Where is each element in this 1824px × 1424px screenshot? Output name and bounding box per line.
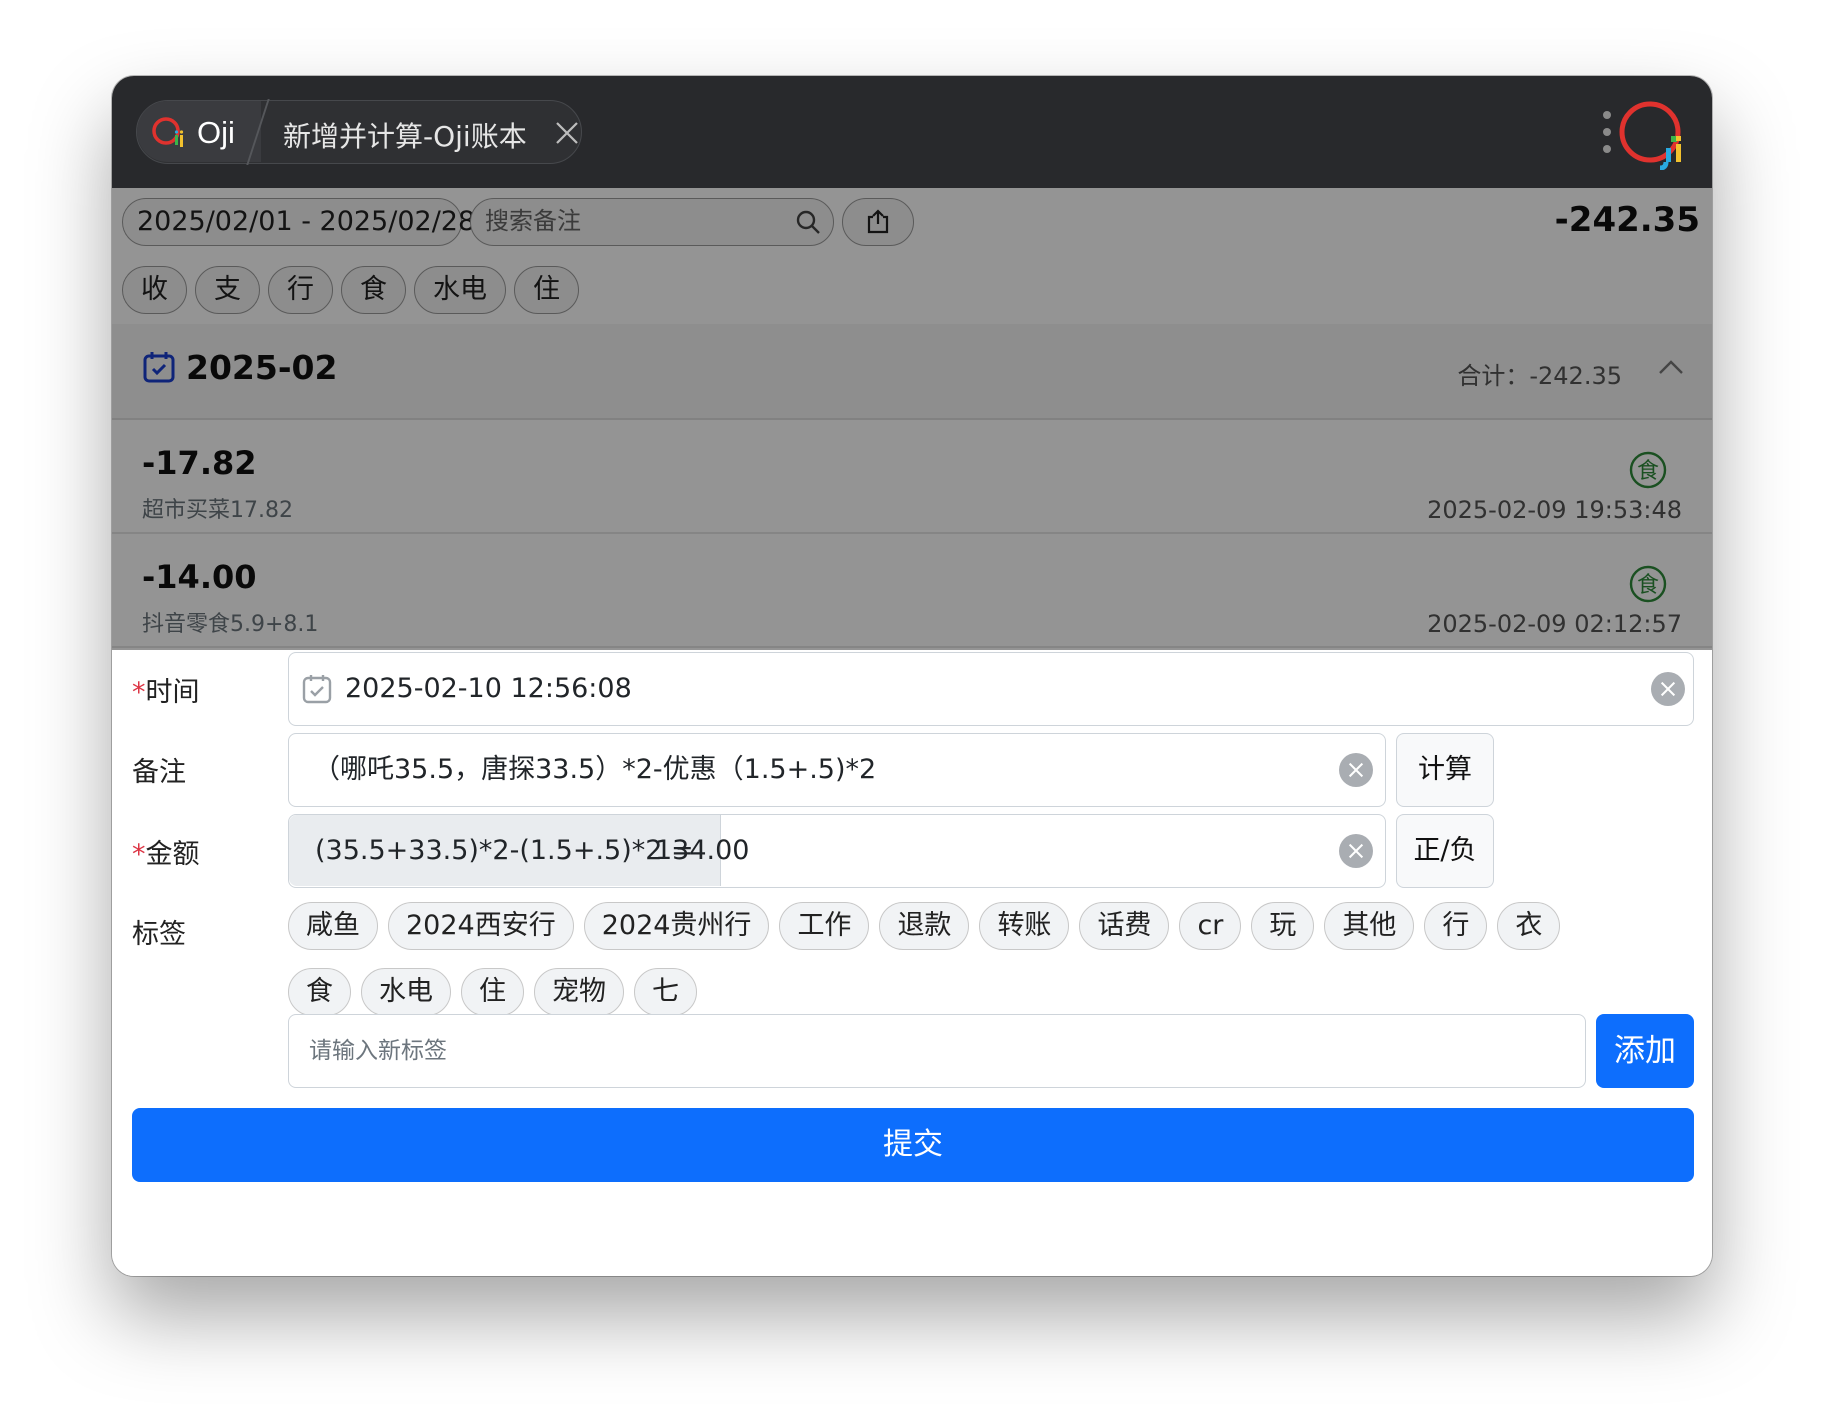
tag-chip[interactable]: 2024西安行	[388, 902, 574, 950]
clear-time-icon[interactable]	[1651, 672, 1685, 706]
tag-chip[interactable]: 食	[288, 968, 351, 1016]
calculate-button[interactable]: 计算	[1396, 733, 1494, 807]
tag-chip[interactable]: 行	[1424, 902, 1488, 950]
tab-title[interactable]: 新增并计算-Oji账本	[283, 115, 527, 155]
tag-chip[interactable]: 转账	[979, 902, 1070, 950]
oji-logo-icon	[152, 117, 184, 147]
amount-value: 134.00	[655, 835, 750, 866]
title-bar: Oji 新增并计算-Oji账本	[112, 76, 1712, 188]
app-name: Oji	[197, 115, 235, 150]
app-window: Oji 新增并计算-Oji账本 2025/02/01 - 2025/02/28 …	[112, 76, 1712, 1276]
memo-value: （哪吒35.5，唐探33.5）*2-优惠（1.5+.5)*2	[313, 754, 877, 785]
tag-chip[interactable]: 2024贵州行	[583, 902, 770, 950]
tag-chip[interactable]: 咸鱼	[288, 902, 378, 950]
add-tag-button[interactable]: 添加	[1596, 1014, 1694, 1088]
add-entry-form: *时间 2025-02-10 12:56:08 备注 （哪吒35.5，唐探33.…	[112, 650, 1712, 1276]
tag-chip[interactable]: 宠物	[534, 968, 624, 1016]
time-value: 2025-02-10 12:56:08	[345, 673, 632, 704]
close-icon[interactable]	[555, 121, 579, 145]
amount-label: *金额	[132, 839, 200, 870]
tag-chip[interactable]: 退款	[879, 902, 970, 950]
memo-input[interactable]: （哪吒35.5，唐探33.5）*2-优惠（1.5+.5)*2	[288, 733, 1386, 807]
clear-memo-icon[interactable]	[1339, 753, 1373, 787]
time-label: *时间	[132, 677, 200, 708]
more-vertical-icon[interactable]	[1602, 110, 1612, 154]
tag-chip[interactable]: 七	[634, 968, 697, 1016]
toggle-sign-button[interactable]: 正/负	[1396, 814, 1494, 888]
clear-amount-icon[interactable]	[1339, 834, 1373, 868]
tag-chip[interactable]: 衣	[1497, 902, 1561, 950]
submit-button[interactable]: 提交	[132, 1108, 1694, 1182]
tag-chip[interactable]: 玩	[1251, 902, 1315, 950]
tag-chip[interactable]: 其他	[1324, 902, 1415, 950]
oji-brand-logo-icon	[1619, 101, 1681, 170]
tag-chip[interactable]: 话费	[1079, 902, 1170, 950]
tag-chip[interactable]: 住	[461, 968, 524, 1016]
tab-group: Oji 新增并计算-Oji账本	[136, 99, 582, 165]
calendar-check-icon	[302, 675, 332, 704]
new-tag-placeholder: 请输入新标签	[309, 1038, 447, 1064]
tag-chip[interactable]: 工作	[779, 902, 870, 950]
modal-backdrop[interactable]	[112, 188, 1712, 650]
memo-label: 备注	[132, 757, 186, 788]
time-field[interactable]: 2025-02-10 12:56:08	[288, 652, 1694, 726]
ledger-list-background: 2025/02/01 - 2025/02/28 搜索备注 -242.35 收支行…	[112, 188, 1712, 650]
tag-chip[interactable]: cr	[1179, 902, 1242, 950]
new-tag-input[interactable]: 请输入新标签	[288, 1014, 1586, 1088]
tag-chip[interactable]: 水电	[361, 968, 451, 1016]
amount-input[interactable]: (35.5+33.5)*2-(1.5+.5)*2 = 134.00	[288, 814, 1386, 888]
app-tab[interactable]: Oji	[137, 101, 261, 162]
tags-label: 标签	[132, 919, 186, 950]
